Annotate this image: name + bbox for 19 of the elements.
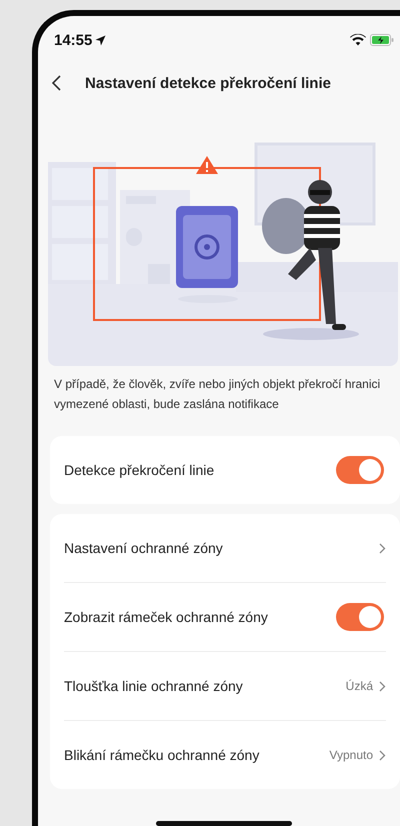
wifi-icon bbox=[350, 34, 366, 46]
setting-value: Vypnuto bbox=[329, 748, 373, 762]
status-time: 14:55 bbox=[54, 32, 106, 48]
setting-label: Detekce překročení linie bbox=[64, 462, 216, 478]
toggle-switch[interactable] bbox=[336, 603, 384, 631]
setting-label: Nastavení ochranné zóny bbox=[64, 540, 224, 556]
setting-value: Úzká bbox=[346, 679, 373, 693]
back-icon[interactable] bbox=[52, 75, 61, 91]
chevron-right-icon bbox=[379, 750, 386, 760]
page-title: Nastavení detekce překročení linie bbox=[85, 74, 331, 92]
location-arrow-icon bbox=[95, 34, 106, 46]
chevron-right-icon bbox=[379, 542, 386, 554]
chevron-right-icon bbox=[379, 680, 386, 692]
battery-charging-icon bbox=[370, 34, 394, 46]
setting-label: Blikání rámečku ochranné zóny bbox=[64, 747, 260, 763]
description-text: V případě, že člověk, zvíře nebo jiných objekt překročí hranici vymezené oblasti, bude zaslána notifikace bbox=[54, 376, 382, 413]
toggle-switch[interactable] bbox=[336, 456, 384, 484]
setting-label: Zobrazit rámeček ochranné zóny bbox=[64, 609, 269, 625]
setting-label: Tloušťka linie ochranné zóny bbox=[64, 678, 244, 694]
